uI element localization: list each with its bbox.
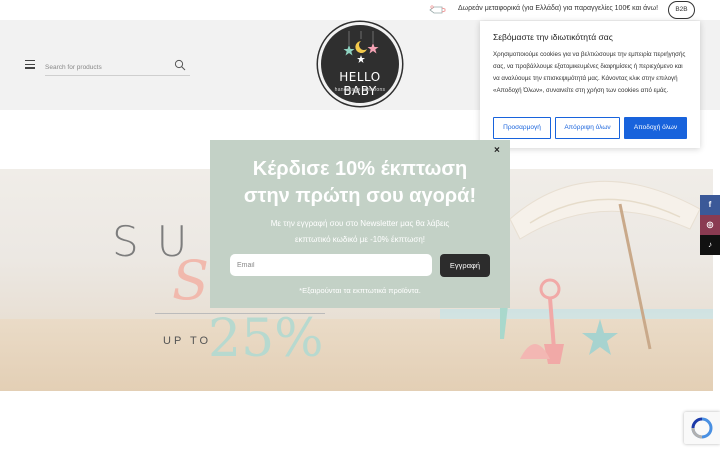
beach-umbrella-illustration [500,180,701,364]
popup-headline-line1: Κέρδισε 10% έκπτωση [252,158,468,180]
newsletter-popup: × Κέρδισε 10% έκπτωση στην πρώτη σου αγο… [210,140,510,308]
cookie-accept-all-button[interactable]: Αποδοχή όλων [624,117,687,139]
cookie-description: Χρησιμοποιούμε cookies για να βελτιώσουμ… [493,51,686,94]
search-input[interactable] [45,58,165,77]
hamburger-menu-icon[interactable] [25,60,35,69]
popup-description-line2: εκπτωτικό κωδικό με -10% έκπτωση! [294,235,425,244]
popup-description-line1: Με την εγγραφή σου στο Newsletter μας θα… [270,219,450,228]
popup-footnote: *Εξαιρούνται τα εκπτωτικά προϊόντα. [299,286,421,295]
site-logo[interactable]: HELLO BABY handmade creations [318,22,402,106]
cookie-consent-banner: Σεβόμαστε την ιδιωτικότητά σας Χρησιμοπο… [480,21,700,148]
free-shipping-text: Δωρεάν μεταφορικά (για Ελλάδα) για παραγ… [458,5,659,12]
cookie-customize-button[interactable]: Προσαρμογή [493,117,551,139]
product-search [45,56,190,77]
baby-bottle-icon [429,5,446,14]
recaptcha-icon [691,417,713,439]
newsletter-email-field[interactable] [230,254,432,276]
b2b-button[interactable]: B2B [668,1,695,19]
tiktok-icon[interactable]: ♪ [700,235,720,255]
banner-percent-text: 25% [208,309,324,369]
moon-stars-icon [343,31,379,63]
recaptcha-badge[interactable] [684,412,720,444]
cookie-title: Σεβόμαστε την ιδιωτικότητά σας [493,32,613,42]
social-sidebar: f ◎ ♪ [700,195,720,255]
instagram-icon[interactable]: ◎ [700,215,720,235]
popup-description: Με την εγγραφή σου στο Newsletter μας θα… [210,216,510,248]
banner-upto-text: UP TO [163,335,212,347]
logo-title: HELLO BABY [339,70,381,98]
close-icon[interactable]: × [494,145,500,156]
top-announcement-bar: Δωρεάν μεταφορικά (για Ελλάδα) για παραγ… [0,0,720,20]
page: Δωρεάν μεταφορικά (για Ελλάδα) για παραγ… [0,0,720,450]
newsletter-signup-button[interactable]: Εγγραφή [440,254,490,277]
logo-subtitle: handmade creations [334,87,386,93]
popup-headline: Κέρδισε 10% έκπτωση στην πρώτη σου αγορά… [210,156,510,210]
facebook-icon[interactable]: f [700,195,720,215]
cookie-reject-all-button[interactable]: Απόρριψη όλων [555,117,620,139]
popup-headline-line2: στην πρώτη σου αγορά! [243,185,477,207]
banner-script-text: S [172,249,209,312]
search-icon[interactable] [174,59,186,71]
